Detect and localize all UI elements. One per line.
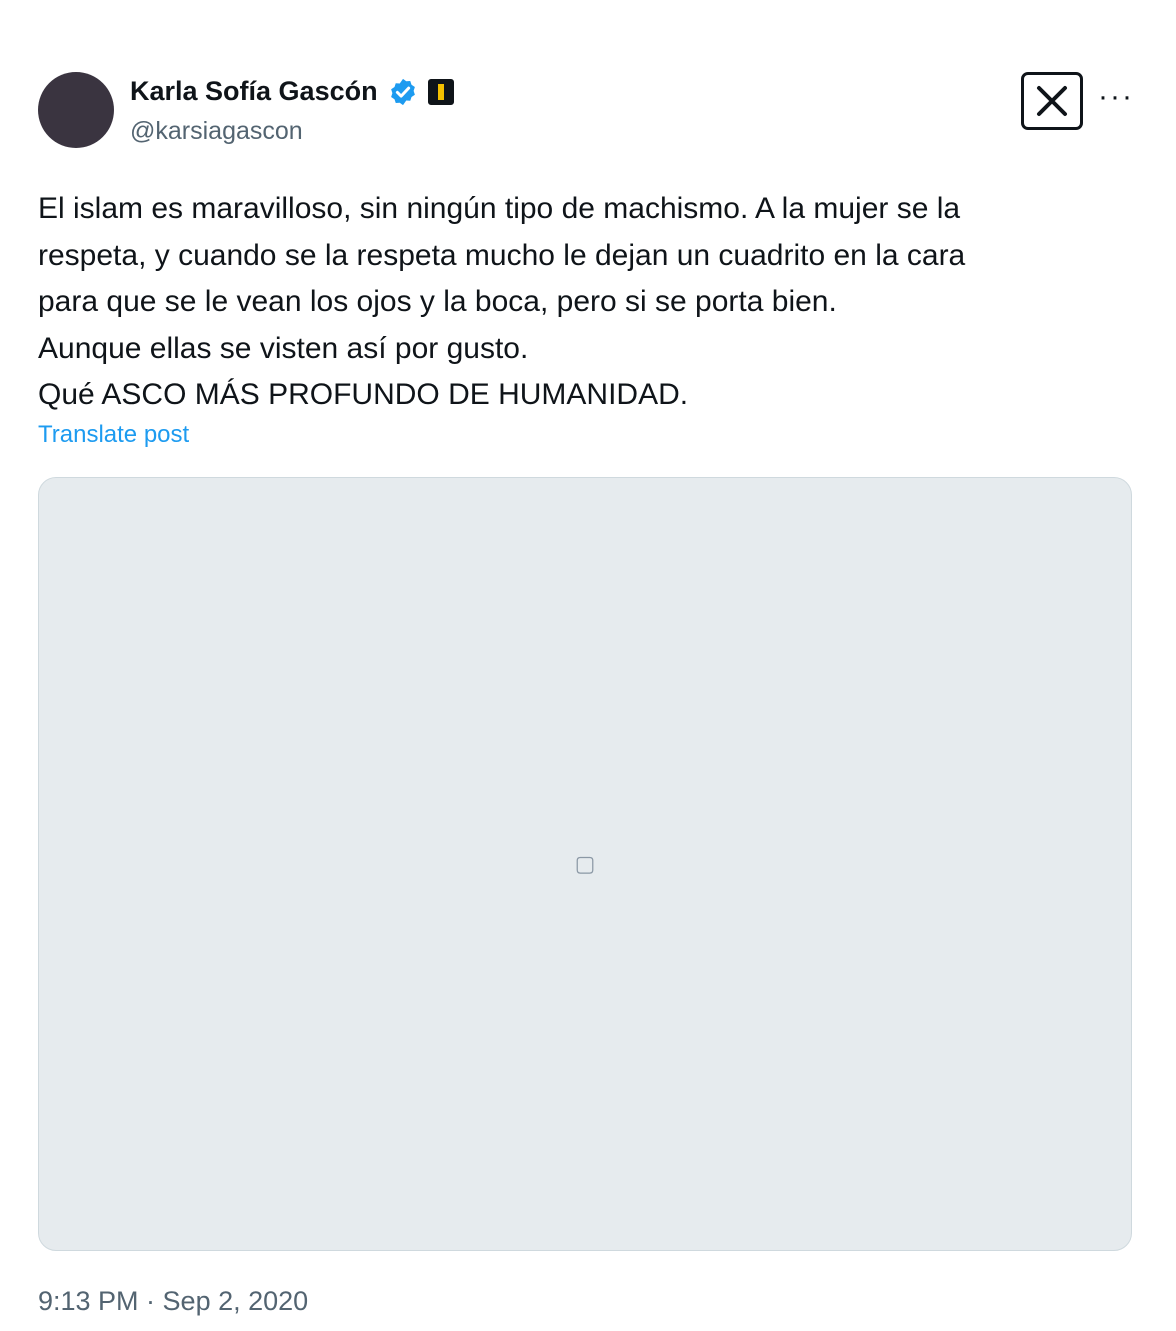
verified-badge-icon — [390, 78, 415, 105]
media-placeholder-icon: ▢ — [574, 851, 596, 876]
post-text-line: Qué ASCO MÁS PROFUNDO DE HUMANIDAD. — [38, 378, 689, 411]
post-text: El islam es maravilloso, sin ningún tipo… — [38, 186, 1138, 419]
post-timestamp[interactable]: 9:13 PM · Sep 2, 2020 — [38, 1286, 308, 1317]
author-name[interactable]: Karla Sofía Gascón — [130, 76, 378, 107]
post-text-line: respeta, y cuando se la respeta mucho le… — [38, 238, 966, 272]
author-name-row: Karla Sofía Gascón — [130, 76, 454, 107]
post-text-line: El islam es maravilloso, sin ningún tipo… — [38, 192, 961, 225]
post-media-placeholder[interactable]: ▢ — [38, 477, 1132, 1251]
tweet: Karla Sofía Gascón @karsiagascon ··· El … — [0, 0, 1176, 1331]
post-text-line: para que se le vean los ojos y la boca, … — [38, 285, 837, 318]
avatar[interactable] — [38, 72, 114, 148]
translate-post-link[interactable]: Translate post — [38, 421, 189, 449]
affiliate-badge-icon[interactable] — [427, 78, 454, 105]
post-text-line: Aunque ellas se visten así por gusto. — [38, 331, 529, 365]
author-handle[interactable]: @karsiagascon — [130, 117, 303, 146]
x-logo-icon[interactable] — [1021, 72, 1083, 130]
more-options-icon[interactable]: ··· — [1098, 80, 1134, 114]
